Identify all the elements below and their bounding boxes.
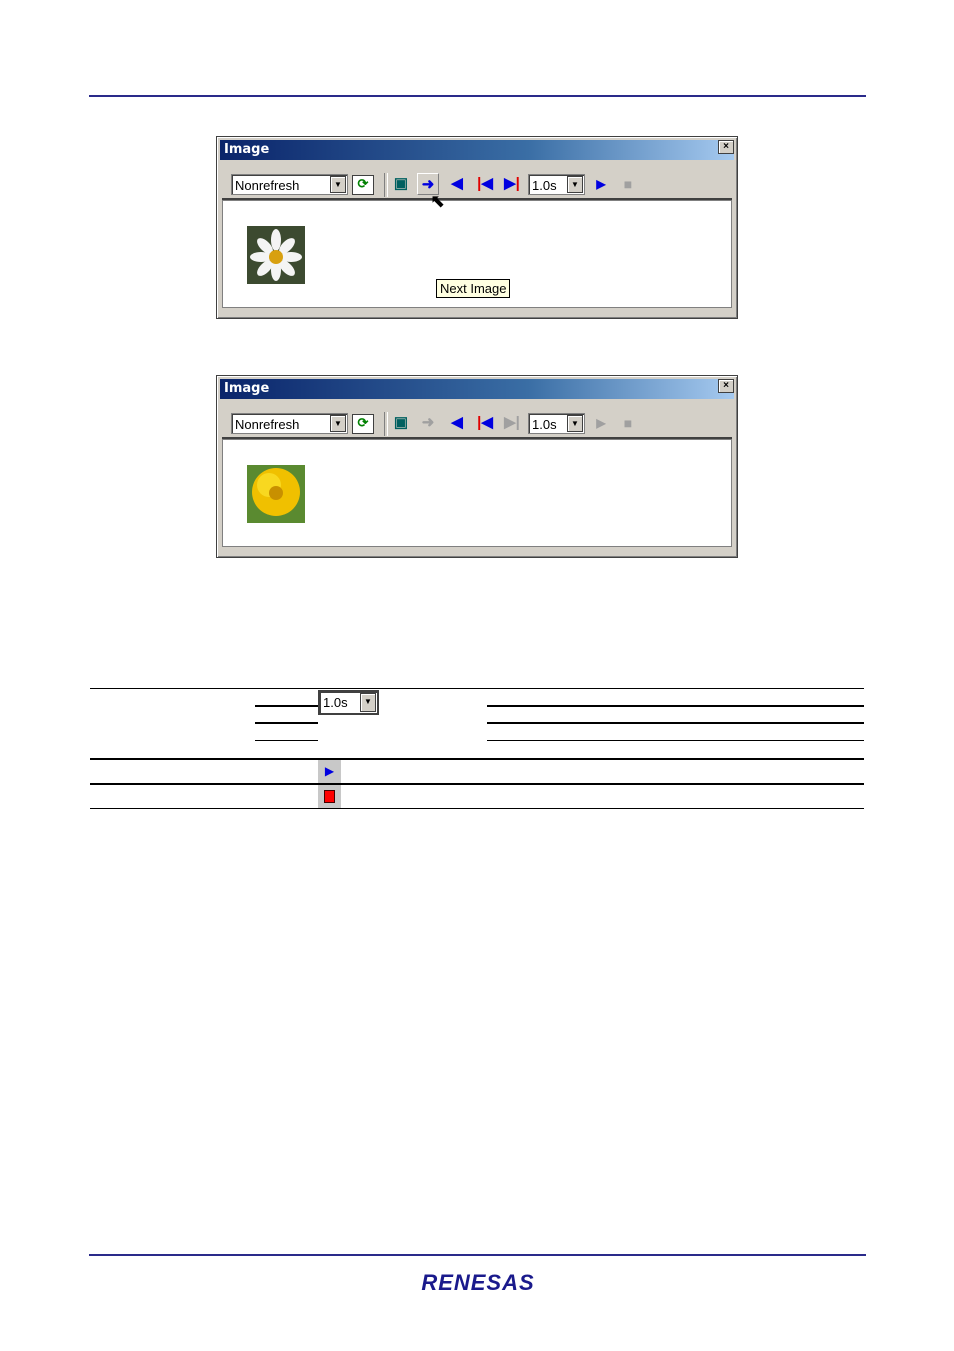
mouse-cursor-icon: ⬉ [430, 191, 446, 211]
play-icon: ▶ [596, 416, 606, 430]
tooltip: Next Image [436, 279, 511, 298]
first-image-icon: |◀ [477, 175, 493, 192]
footer-rule [89, 1254, 866, 1256]
table-rule [90, 758, 864, 760]
chevron-down-icon: ▼ [360, 693, 376, 712]
arrow-left-icon: ◀ [451, 414, 463, 431]
table-rule [255, 705, 318, 707]
table-rule [90, 783, 864, 785]
mode-dropdown[interactable]: Nonrefresh ▼ [231, 413, 348, 434]
last-image-icon: ▶| [504, 414, 520, 431]
window-title: Image [220, 140, 734, 160]
chevron-down-icon: ▼ [567, 176, 583, 193]
play-button: ▶ [590, 412, 612, 434]
image-area: Next Image ⬉ [222, 191, 732, 308]
last-image-button: ▶| [501, 412, 523, 434]
toolbar: Nonrefresh ▼ ⟳ ▣ ➜ ◀ |◀ ▶| 1.0s ▼ ▶ ■ [222, 404, 732, 439]
table-rule [90, 688, 864, 689]
table-rule [487, 705, 864, 707]
renesas-logo: RENESAS [421, 1270, 535, 1295]
chevron-down-icon: ▼ [330, 415, 346, 432]
toolbar-separator [384, 412, 388, 436]
stop-icon: ■ [623, 176, 633, 192]
first-image-button[interactable]: |◀ [474, 173, 496, 195]
document-page: Image × Nonrefresh ▼ ⟳ ▣ ➜ ◀ |◀ ▶| 1.0s ▼ … [0, 0, 954, 1351]
refresh-button[interactable]: ⟳ [352, 175, 374, 195]
interval-value: 1.0s [532, 417, 557, 432]
table-rule [255, 722, 318, 724]
interval-value: 1.0s [532, 178, 557, 193]
table-rule [487, 740, 864, 741]
first-image-icon: |◀ [477, 414, 493, 431]
chevron-down-icon: ▼ [567, 415, 583, 432]
window-title: Image [220, 379, 734, 399]
close-button[interactable]: × [718, 140, 734, 154]
interval-dropdown[interactable]: 1.0s ▼ [528, 413, 585, 434]
next-image-button: ➜ [417, 412, 439, 434]
play-icon: ▶ [596, 177, 606, 191]
arrow-right-icon: ➜ [421, 414, 435, 431]
last-image-icon: ▶| [504, 175, 520, 192]
previous-image-button[interactable]: ◀ [446, 173, 468, 195]
table-rule [90, 808, 864, 809]
previous-image-button[interactable]: ◀ [446, 412, 468, 434]
interval-dropdown[interactable]: 1.0s ▼ [528, 174, 585, 195]
properties-icon: ▣ [393, 175, 409, 192]
stop-button[interactable]: ■ [617, 173, 639, 195]
close-button[interactable]: × [718, 379, 734, 393]
stop-button[interactable]: ■ [617, 412, 639, 434]
chevron-down-icon: ▼ [330, 176, 346, 193]
header-rule [89, 95, 866, 97]
first-image-button[interactable]: |◀ [474, 412, 496, 434]
daisy-thumbnail [247, 226, 305, 284]
toolbar: Nonrefresh ▼ ⟳ ▣ ➜ ◀ |◀ ▶| 1.0s ▼ ▶ ■ [222, 165, 732, 200]
interval-value: 1.0s [323, 695, 348, 710]
mode-value: Nonrefresh [235, 417, 300, 432]
interval-dropdown-sample: 1.0s ▼ [318, 690, 379, 715]
refresh-icon: ⟳ [357, 176, 369, 191]
toolbar-separator [384, 173, 388, 197]
image-window-1: Image × Nonrefresh ▼ ⟳ ▣ ➜ ◀ |◀ ▶| 1.0s ▼ … [216, 136, 738, 319]
image-area [222, 439, 732, 547]
refresh-button[interactable]: ⟳ [352, 414, 374, 434]
image-window-2: Image × Nonrefresh ▼ ⟳ ▣ ➜ ◀ |◀ ▶| 1.0s ▼ … [216, 375, 738, 558]
stop-icon [318, 785, 341, 808]
arrow-left-icon: ◀ [451, 175, 463, 192]
table-rule [487, 722, 864, 724]
yellow-flower-thumbnail [247, 465, 305, 523]
stop-icon: ■ [623, 415, 633, 431]
mode-value: Nonrefresh [235, 178, 300, 193]
properties-icon: ▣ [393, 414, 409, 431]
play-icon: ▶ [318, 760, 341, 784]
play-button[interactable]: ▶ [590, 173, 612, 195]
last-image-button[interactable]: ▶| [501, 173, 523, 195]
properties-button[interactable]: ▣ [390, 412, 412, 434]
properties-button[interactable]: ▣ [390, 173, 412, 195]
mode-dropdown[interactable]: Nonrefresh ▼ [231, 174, 348, 195]
refresh-icon: ⟳ [357, 415, 369, 430]
table-rule [255, 740, 318, 741]
